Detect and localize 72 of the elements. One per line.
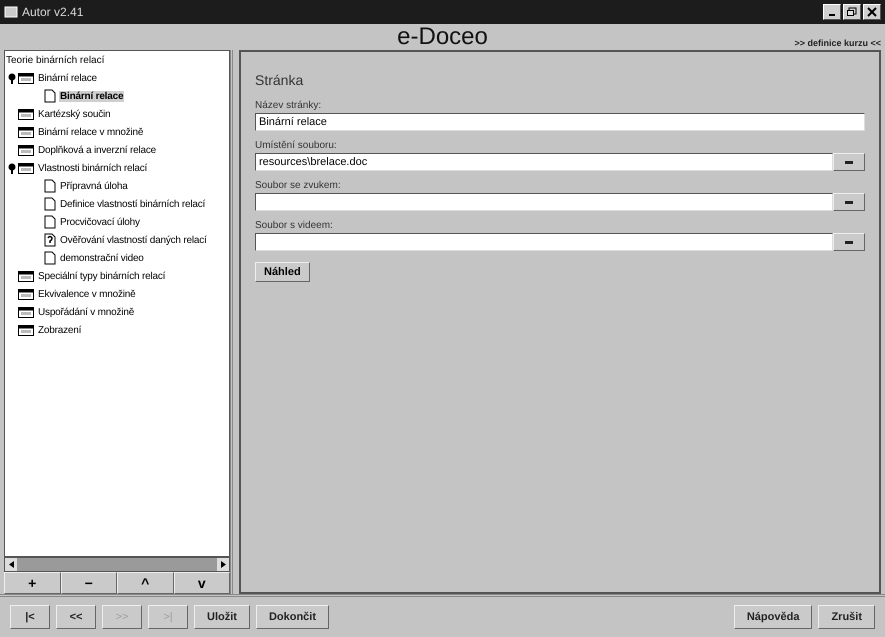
footer-button[interactable]: |< [10,605,50,629]
close-icon [867,7,877,17]
folder-icon [18,144,34,156]
page-icon [44,197,56,211]
tree-item[interactable]: Kartézský součin [37,108,112,120]
app-icon [4,6,18,18]
dash-icon [845,200,853,204]
field-label: Soubor s videem: [255,220,334,231]
footer-button[interactable]: << [56,605,96,629]
folder-icon [18,108,34,120]
input-field[interactable] [255,193,833,211]
page-icon [44,89,56,103]
left-arrow-icon[interactable] [8,561,14,568]
folder-icon [18,126,34,138]
restore-icon [847,7,857,17]
tree-item[interactable]: Binární relace [37,72,98,84]
remove-button[interactable]: − [60,572,117,594]
minimize-icon [829,14,835,16]
footer-button[interactable]: Zrušit [818,605,875,629]
footer-button[interactable]: Uložit [194,605,250,629]
move-down-button[interactable]: v [174,572,230,594]
tree-item[interactable]: Procvičovací úlohy [59,216,141,228]
minimize-button[interactable] [823,4,841,20]
tree-item[interactable]: Vlastnosti binárních relací [37,162,148,174]
dash-icon [845,240,853,244]
dash-icon [845,160,853,164]
move-up-button[interactable]: ^ [117,572,174,594]
browse-button[interactable] [833,233,865,251]
folder-icon [18,270,34,282]
section-heading: Stránka [255,72,304,88]
footer-button[interactable]: Dokončit [256,605,330,629]
folder-icon [18,324,34,336]
folder-icon [18,288,34,300]
tree-item[interactable]: Speciální typy binárních relací [37,270,166,282]
tree-item[interactable]: Doplňková a inverzní relace [37,144,157,156]
input-field[interactable] [255,233,833,251]
input-field[interactable]: resources\brelace.doc [255,153,833,171]
tree-item[interactable]: Binární relace v množině [37,126,144,138]
page-icon [44,215,56,229]
folder-icon [18,306,34,318]
page-icon [44,251,56,265]
tree-item[interactable]: Ekvivalence v množině [37,288,137,300]
app-title: e-Doceo [397,23,488,51]
preview-button[interactable]: Náhled [255,262,310,282]
field-label: Soubor se zvukem: [255,180,342,191]
tree-item[interactable]: Ověřování vlastností daných relací [59,234,208,246]
close-button[interactable] [863,4,881,20]
window-title: Autor v2.41 [22,5,84,19]
tree-item[interactable]: Teorie binárních relací [6,53,104,69]
browse-button[interactable] [833,153,865,171]
page-icon [44,179,56,193]
question-page-icon [44,233,56,247]
expanded-handle-icon[interactable] [8,162,16,174]
input-field[interactable]: Binární relace [255,113,865,131]
field-label: Umístění souboru: [255,140,338,151]
folder-icon [18,162,34,174]
field-label: Název stránky: [255,100,322,111]
tree-item[interactable]: Zobrazení [37,324,82,336]
right-arrow-icon[interactable] [220,561,226,568]
tree-item[interactable]: demonstrační video [59,252,145,264]
expanded-handle-icon[interactable] [8,72,16,84]
tree-item[interactable]: Definice vlastností binárních relací [59,198,206,210]
tree-item[interactable]: Binární relace [59,90,124,102]
horizontal-scrollbar[interactable] [4,557,230,572]
tree-item[interactable]: Uspořádání v množině [37,306,136,318]
footer-button[interactable]: Nápověda [734,605,812,629]
maximize-button[interactable] [843,4,861,20]
folder-icon [18,72,34,84]
browse-button[interactable] [833,193,865,211]
add-button[interactable]: + [4,572,60,594]
course-definition-link[interactable]: >> definice kurzu << [794,38,881,48]
tree-item[interactable]: Přípravná úloha [59,180,129,192]
